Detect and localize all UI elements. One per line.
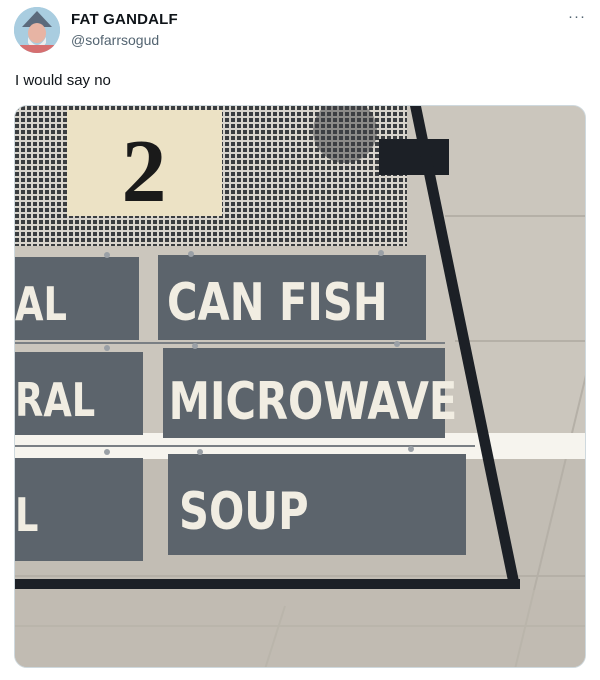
frame-bottom-bar	[15, 579, 520, 589]
tweet-photo[interactable]: 2 AL RAL L CAN FISH MICROWAVE SOUP	[14, 105, 586, 668]
sign-left-3-text: L	[15, 488, 38, 542]
sign-can-fish-text: CAN FISH	[167, 273, 388, 334]
sign-microwave-text: MICROWAVE	[169, 372, 458, 433]
sign-left-2-text: RAL	[15, 373, 95, 427]
author-display-name[interactable]: FAT GANDALF	[71, 11, 178, 28]
sign-soup-text: SOUP	[179, 482, 309, 543]
sign-left-1-text: AL	[15, 277, 67, 331]
frame-bracket	[379, 139, 449, 175]
tweet-text: I would say no	[15, 72, 111, 89]
author-avatar[interactable]	[14, 7, 60, 53]
author-handle[interactable]: @sofarrsogud	[71, 32, 159, 48]
aisle-number: 2	[122, 122, 167, 221]
photo-svg: 2 AL RAL L CAN FISH MICROWAVE SOUP	[15, 106, 585, 667]
more-options-icon[interactable]: ···	[568, 8, 586, 25]
wizard-avatar-icon	[14, 7, 60, 53]
